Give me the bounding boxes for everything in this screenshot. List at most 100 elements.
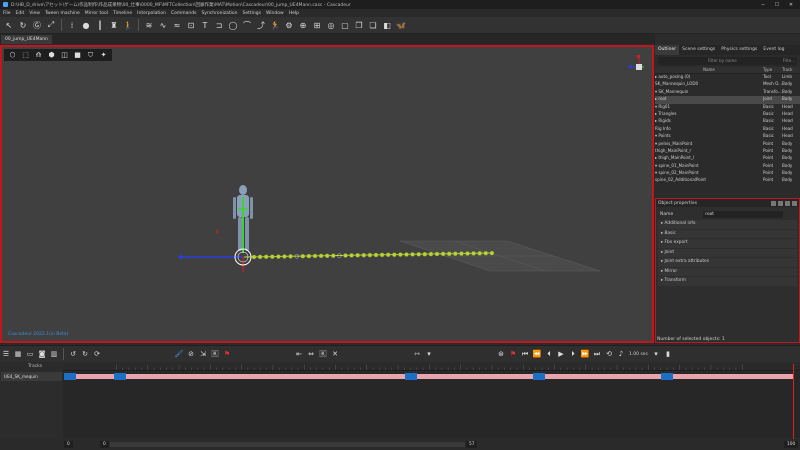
tab-scene-settings[interactable]: Scene settings [679, 45, 718, 55]
outliner-row[interactable]: ▾ spine_02_MainPoint Point Body [655, 170, 800, 177]
trajectory-point[interactable] [489, 250, 495, 256]
paste-icon[interactable]: ❏ [368, 20, 378, 30]
trajectory-point[interactable] [300, 253, 305, 259]
play-icon[interactable]: ▶ [557, 350, 566, 359]
menu-commands[interactable]: Commands [171, 11, 196, 16]
outliner-row[interactable]: spine_02_AdditionalPoint Point Body [655, 177, 800, 184]
trajectory-point[interactable] [270, 254, 275, 259]
outliner-row[interactable]: ▾ pelvis_MainPoint Point Body [655, 141, 800, 148]
trajectory-point[interactable] [325, 253, 330, 259]
menu-interpolation[interactable]: Interpolation [137, 11, 166, 16]
fit-icon[interactable]: ⇿ [413, 350, 422, 359]
trajectory-point[interactable] [355, 253, 360, 258]
trajectory-point[interactable] [392, 252, 397, 257]
cube-icon[interactable]: ⬢ [46, 50, 57, 60]
trajectory-point[interactable] [282, 254, 287, 259]
character-left-leg[interactable] [238, 217, 242, 251]
gizmo-z-arrow[interactable] [178, 254, 182, 260]
layout-icon[interactable]: ▦ [14, 350, 23, 359]
walk-icon[interactable]: 🚶 [123, 20, 133, 30]
solid-box-icon[interactable]: ■ [72, 50, 83, 60]
orient-y-handle[interactable] [637, 55, 640, 58]
window-icon[interactable]: ▭ [26, 350, 35, 359]
trajectory-point[interactable] [398, 252, 403, 257]
layers-icon[interactable]: ☰ [2, 350, 11, 359]
property-section[interactable]: ▸ Joint extra attributes [658, 258, 797, 267]
trajectory-point[interactable] [257, 254, 263, 260]
viewport-scene[interactable]: X [2, 47, 652, 341]
trajectory-point[interactable] [312, 253, 318, 259]
copy-icon[interactable] [778, 200, 783, 206]
outliner-row[interactable]: ▸ thigh_MainPoint_l Point Body [655, 155, 800, 162]
timeline-ruler[interactable] [63, 364, 800, 371]
orient-cube[interactable] [636, 64, 642, 70]
step-back-icon[interactable]: ⏴ [545, 350, 554, 359]
prev-key-icon[interactable]: ⏮ [521, 350, 530, 359]
bone-icon[interactable]: ✦ [98, 50, 109, 60]
character-right-arm[interactable] [250, 197, 253, 219]
property-section[interactable]: ▸ Fbx export [658, 239, 797, 248]
trajectory-point[interactable] [440, 251, 446, 257]
trajectory-point[interactable] [404, 252, 409, 257]
speed-dropdown-icon[interactable]: ▾ [652, 350, 661, 359]
key-frame-icon[interactable]: 🄺 [319, 350, 328, 359]
property-section[interactable]: ▸ Basic [658, 229, 797, 238]
trajectory-point[interactable] [264, 254, 269, 260]
interpolate-icon[interactable]: ⇔ [307, 350, 316, 359]
marker-icon[interactable]: ⚑ [509, 350, 518, 359]
record-icon[interactable]: ⊛ [497, 350, 506, 359]
trajectory-point[interactable] [276, 254, 281, 259]
timeline-scrollbar[interactable] [110, 442, 465, 447]
property-section[interactable]: ▸ Mirror [658, 267, 797, 276]
line-icon[interactable]: ┃ [95, 20, 105, 30]
trajectory-point[interactable] [447, 251, 452, 257]
orient-z-handle[interactable] [629, 65, 632, 68]
rotate-tool-icon[interactable]: ↻ [18, 20, 28, 30]
target-icon[interactable]: ⊕ [298, 20, 308, 30]
physics-icon[interactable]: ⚙ [284, 20, 294, 30]
menu-file[interactable]: File [3, 11, 11, 16]
trajectory-point[interactable] [306, 253, 312, 259]
menu-timeline[interactable]: Timeline [113, 11, 132, 16]
point-icon[interactable]: ● [81, 20, 91, 30]
close-icon[interactable] [792, 200, 797, 206]
arc-icon[interactable]: ⌒ [242, 20, 252, 30]
trajectory-point[interactable] [471, 251, 476, 256]
property-section[interactable]: ▸ Additional info [658, 220, 797, 229]
loop-icon[interactable]: ⟲ [605, 350, 614, 359]
dropdown-icon[interactable]: ▾ [425, 350, 434, 359]
global-icon[interactable]: Ⓖ [32, 20, 42, 30]
playback-speed[interactable]: 1.00 sec [629, 352, 648, 357]
trajectory-point[interactable] [416, 252, 421, 257]
joint-select-icon[interactable]: ⟰ [33, 50, 44, 60]
menu-settings[interactable]: Settings [242, 11, 260, 16]
next-key-icon[interactable]: ⏭ [593, 350, 602, 359]
trajectory-point[interactable] [422, 251, 427, 257]
character-mannequin[interactable] [233, 185, 253, 253]
playhead[interactable] [793, 364, 794, 439]
more-icon[interactable]: ▮ [664, 350, 673, 359]
menu-help[interactable]: Help [289, 11, 299, 16]
next-frame-icon[interactable]: ⏩ [581, 350, 590, 359]
track-interval-bar[interactable] [64, 374, 794, 379]
outliner-row[interactable]: ▾ Rig01 Basic Head [655, 104, 800, 111]
column-track[interactable]: Track [782, 67, 800, 73]
keyframe[interactable] [405, 373, 417, 380]
maximize-button[interactable]: ☐ [770, 0, 784, 9]
menu-synchronization[interactable]: Synchronization [201, 11, 237, 16]
trajectory-point[interactable] [465, 251, 470, 256]
frame-icon[interactable]: ▢ [340, 20, 350, 30]
trajectory-point[interactable] [318, 253, 324, 259]
cycle-left-icon[interactable]: ↻ [81, 350, 90, 359]
frame-mid-field[interactable]: 57 [466, 441, 478, 448]
trajectory-point[interactable] [428, 251, 434, 257]
tween-icon[interactable]: ∿ [158, 20, 168, 30]
outliner-row[interactable]: ▾ spine_01_MainPoint Point Body [655, 163, 800, 170]
grid-icon[interactable]: ⊞ [312, 20, 322, 30]
filter-type-dropdown[interactable]: Filte... [783, 57, 795, 65]
viewport-3d[interactable]: X ⬡ ⬚ ⟰ ⬢ ◫ ■ ⛉ ✦ Cascadeur 2022.1(in Be… [0, 45, 654, 343]
prev-frame-icon[interactable]: ⏪ [533, 350, 542, 359]
column-type[interactable]: Type [763, 67, 782, 73]
track-area[interactable] [63, 372, 800, 438]
camera-icon[interactable]: ◙ [38, 350, 47, 359]
